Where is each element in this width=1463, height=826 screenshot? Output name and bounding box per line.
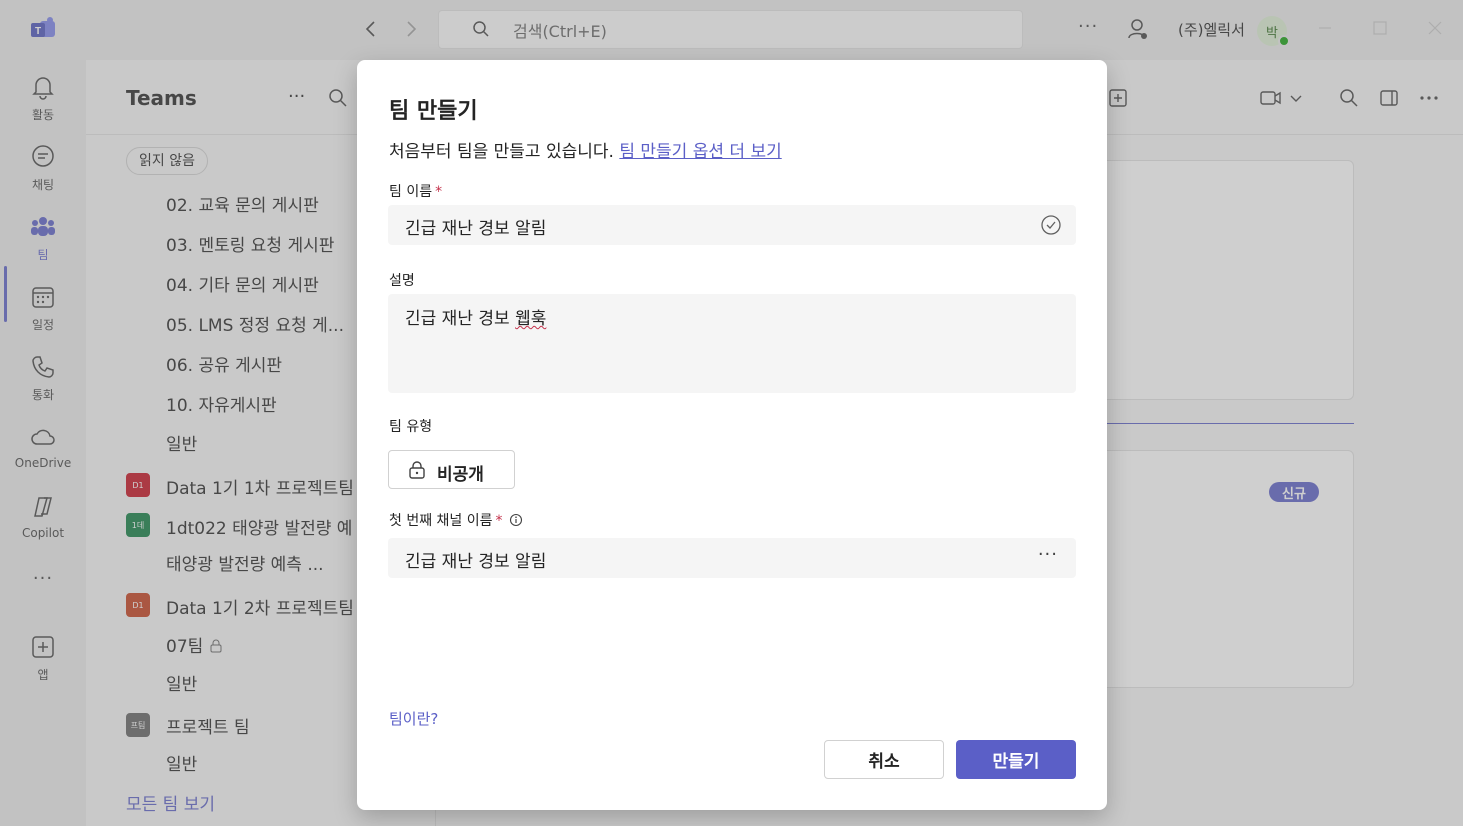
dialog-title: 팀 만들기 — [389, 99, 478, 124]
lock-icon — [409, 461, 425, 479]
required-mark: * — [495, 513, 503, 529]
team-type-label: 팀 유형 — [389, 419, 433, 435]
privacy-dropdown-button[interactable]: 비공개 — [388, 450, 515, 489]
team-name-field[interactable]: 긴급 재난 경보 알림 — [388, 205, 1076, 245]
team-name-label: 팀 이름 * — [389, 181, 442, 201]
first-channel-label: 첫 번째 채널 이름 * — [389, 510, 523, 530]
first-channel-value: 긴급 재난 경보 알림 — [405, 552, 547, 572]
first-channel-label-text: 첫 번째 채널 이름 — [389, 513, 493, 529]
create-team-dialog: 팀 만들기 처음부터 팀을 만들고 있습니다. 팀 만들기 옵션 더 보기 팀 … — [357, 60, 1107, 810]
description-text: 긴급 재난 경보 — [405, 309, 516, 329]
check-circle-icon — [1041, 215, 1061, 235]
first-channel-field[interactable]: 긴급 재난 경보 알림 ··· — [388, 538, 1076, 578]
required-mark: * — [435, 184, 443, 200]
channel-more-button[interactable]: ··· — [1038, 544, 1058, 565]
description-label: 설명 — [389, 273, 415, 289]
subtitle-text: 처음부터 팀을 만들고 있습니다. — [389, 142, 614, 162]
dialog-subtitle: 처음부터 팀을 만들고 있습니다. 팀 만들기 옵션 더 보기 — [389, 137, 782, 162]
misspelled-word: 웹훅 — [515, 309, 547, 329]
description-value: 긴급 재난 경보 웹훅 — [405, 304, 546, 329]
privacy-value: 비공개 — [437, 465, 484, 485]
description-field[interactable]: 긴급 재난 경보 웹훅 — [388, 294, 1076, 393]
what-is-team-link[interactable]: 팀이란? — [389, 708, 438, 729]
more-options-link[interactable]: 팀 만들기 옵션 더 보기 — [619, 142, 781, 162]
team-name-label-text: 팀 이름 — [389, 184, 433, 200]
team-name-value: 긴급 재난 경보 알림 — [405, 219, 547, 239]
create-button[interactable]: 만들기 — [956, 740, 1076, 779]
info-icon[interactable] — [509, 513, 523, 527]
cancel-button[interactable]: 취소 — [824, 740, 944, 779]
